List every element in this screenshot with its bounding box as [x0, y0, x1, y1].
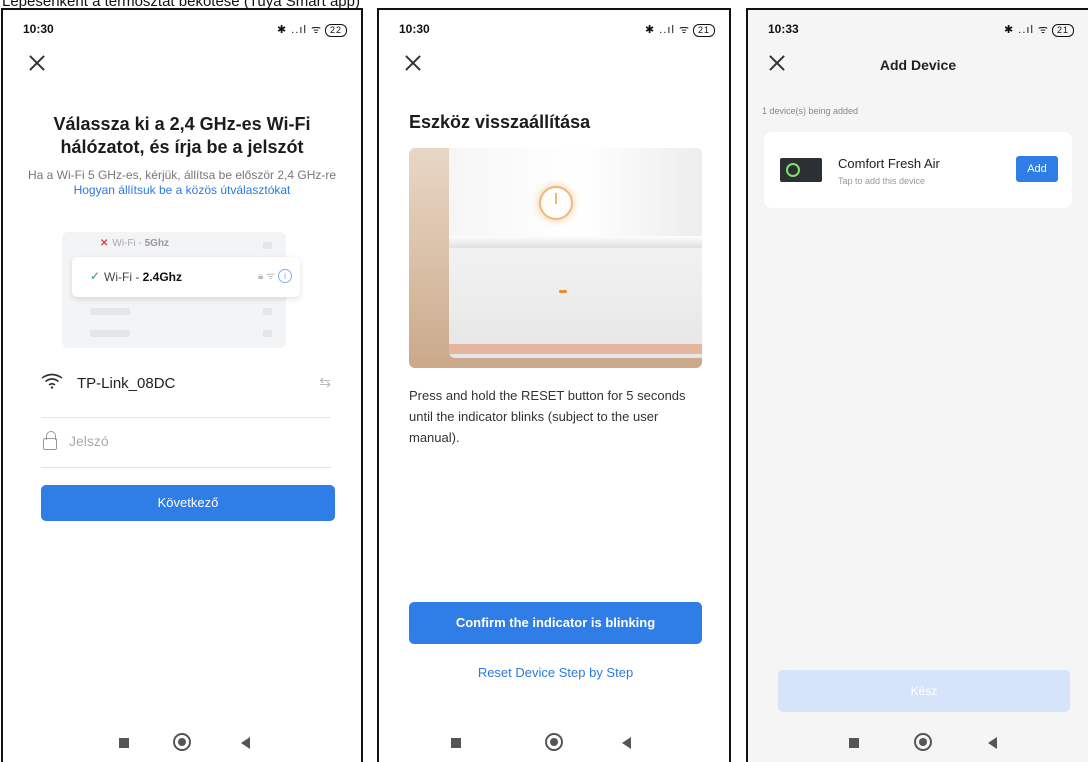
skeleton-bar — [90, 308, 130, 315]
ssid-field[interactable]: TP-Link_08DC ⇆ — [41, 368, 331, 418]
wifi-setup-screen: 10:30 ✱ ..ıl ᯤ 22 Válassza ki a 2,4 GHz-e… — [1, 8, 363, 762]
lock-small-icon: 🔒︎ — [257, 271, 264, 282]
status-indicators: ✱ ..ıl ᯤ 21 — [645, 22, 715, 37]
page-subtitle: Ha a Wi-Fi 5 GHz-es, kérjük, állítsa be … — [17, 168, 347, 198]
add-device-button[interactable]: Add — [1016, 156, 1058, 182]
wifi-small-icon: ᯤ — [266, 271, 276, 282]
wifi-row-icons: 🔒︎ ᯤ i — [258, 268, 292, 283]
wifi-illustration: ✕ Wi-Fi - 5Ghz ✓ Wi-Fi - 2.4Ghz 🔒︎ ᯤ i — [62, 232, 300, 348]
close-icon[interactable] — [28, 54, 46, 72]
reset-guide-link[interactable]: Reset Device Step by Step — [409, 665, 702, 680]
wifi-24ghz-label: Wi-Fi - 2.4Ghz — [104, 270, 182, 284]
device-thumbnail — [780, 158, 822, 182]
check-icon: ✓ — [90, 269, 101, 283]
skeleton-bar — [263, 330, 272, 337]
skeleton-bar — [263, 242, 272, 249]
status-bar: 10:30 ✱ ..ıl ᯤ 22 — [3, 10, 361, 40]
back-icon[interactable] — [622, 737, 631, 749]
cross-icon: ✕ — [100, 238, 109, 249]
device-base — [449, 344, 702, 354]
signal-icon: ✱ ..ıl ᯤ — [645, 24, 690, 36]
add-device-screen: 10:33 ✱ ..ıl ᯤ 21 Add Device 1 device(s) … — [746, 8, 1088, 762]
android-nav-bar — [379, 722, 729, 762]
status-indicators: ✱ ..ıl ᯤ 22 — [277, 22, 347, 37]
device-photo — [409, 148, 702, 368]
signal-icon: ✱ ..ıl ᯤ — [277, 24, 322, 36]
status-bar: 10:30 ✱ ..ıl ᯤ 21 — [379, 10, 729, 40]
ssid-value: TP-Link_08DC — [77, 375, 176, 392]
wifi-5ghz-band: 5Ghz — [144, 238, 170, 249]
subtitle-text: Ha a Wi-Fi 5 GHz-es, kérjük, állítsa be … — [27, 168, 337, 182]
android-nav-bar — [3, 722, 361, 762]
device-card[interactable]: Comfort Fresh Air Tap to add this device… — [764, 132, 1072, 208]
done-button[interactable]: Kész — [778, 670, 1070, 712]
status-bar: 10:33 ✱ ..ıl ᯤ 21 — [748, 10, 1088, 40]
devices-count: 1 device(s) being added — [762, 106, 859, 116]
battery-icon: 21 — [1051, 24, 1074, 37]
page-title: Válassza ki a 2,4 GHz-es Wi-Fi hálózatot… — [53, 114, 311, 157]
home-icon[interactable] — [914, 733, 932, 751]
android-nav-bar — [748, 722, 1088, 762]
next-button[interactable]: Következő — [41, 485, 335, 521]
power-icon — [539, 186, 573, 220]
battery-icon: 22 — [324, 24, 347, 37]
status-time: 10:30 — [23, 22, 54, 36]
wifi-5ghz-row: ✕ Wi-Fi - 5Ghz — [100, 238, 169, 249]
recents-icon[interactable] — [451, 738, 461, 748]
device-name: Comfort Fresh Air — [838, 156, 940, 171]
status-time: 10:30 — [399, 22, 430, 36]
page-title: Add Device — [879, 57, 957, 73]
info-icon: i — [278, 269, 292, 283]
device-seam — [449, 236, 702, 248]
page-title: Eszköz visszaállítása — [409, 112, 591, 132]
swap-icon[interactable]: ⇆ — [319, 374, 331, 391]
wifi-5ghz-prefix: Wi-Fi - — [112, 238, 145, 249]
password-input[interactable] — [69, 433, 309, 449]
back-icon[interactable] — [241, 737, 250, 749]
confirm-blinking-button[interactable]: Confirm the indicator is blinking — [409, 602, 702, 644]
wifi-24ghz-band: 2.4Ghz — [142, 270, 183, 284]
recents-icon[interactable] — [119, 738, 129, 748]
skeleton-bar — [263, 308, 272, 315]
status-indicators: ✱ ..ıl ᯤ 21 — [1004, 22, 1074, 37]
battery-icon: 21 — [692, 24, 715, 37]
status-time: 10:33 — [768, 22, 799, 36]
signal-icon: ✱ ..ıl ᯤ — [1004, 24, 1049, 36]
back-icon[interactable] — [988, 737, 997, 749]
indicator-light — [559, 290, 567, 293]
device-hint: Tap to add this device — [838, 176, 926, 186]
skeleton-bar — [90, 330, 130, 337]
close-icon[interactable] — [404, 54, 422, 72]
reset-device-screen: 10:30 ✱ ..ıl ᯤ 21 Eszköz visszaállítása P… — [377, 8, 731, 762]
wifi-24ghz-row: ✓ Wi-Fi - 2.4Ghz 🔒︎ ᯤ i — [72, 257, 300, 297]
router-help-link[interactable]: Hogyan állítsuk be a közös útválasztókat — [74, 183, 291, 197]
device-top — [449, 148, 702, 236]
home-icon[interactable] — [545, 733, 563, 751]
wifi-24ghz-prefix: Wi-Fi - — [104, 270, 143, 284]
password-field — [41, 420, 331, 468]
reset-instructions: Press and hold the RESET button for 5 se… — [409, 388, 686, 445]
lock-icon — [43, 431, 57, 450]
recents-icon[interactable] — [849, 738, 859, 748]
home-icon[interactable] — [173, 733, 191, 751]
wifi-icon — [41, 373, 63, 389]
